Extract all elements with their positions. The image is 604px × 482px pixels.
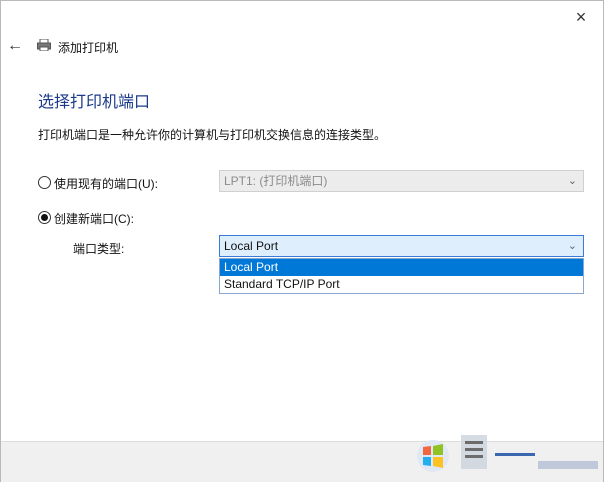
port-type-dropdown-list: Local Port Standard TCP/IP Port <box>219 258 584 294</box>
port-type-label: 端口类型: <box>73 242 125 256</box>
create-new-port-label: 创建新端口(C): <box>54 212 134 226</box>
use-existing-port-label: 使用现有的端口(U): <box>54 177 158 191</box>
back-arrow-icon[interactable]: ← <box>7 37 23 55</box>
windows-logo-watermark <box>417 435 598 472</box>
dropdown-option-standard-tcpip-port[interactable]: Standard TCP/IP Port <box>220 276 583 293</box>
dropdown-option-local-port[interactable]: Local Port <box>220 259 583 276</box>
existing-port-select: LPT1: (打印机端口) ⌄ <box>219 170 584 192</box>
port-type-value: Local Port <box>224 239 279 253</box>
port-type-select[interactable]: Local Port ⌄ <box>219 235 584 257</box>
page-description: 打印机端口是一种允许你的计算机与打印机交换信息的连接类型。 <box>38 128 387 142</box>
use-existing-port-radio[interactable] <box>38 176 51 189</box>
chevron-down-icon: ⌄ <box>567 175 577 187</box>
create-new-port-radio[interactable] <box>38 211 51 224</box>
existing-port-value: LPT1: (打印机端口) <box>224 174 328 188</box>
page-title: 选择打印机端口 <box>38 94 151 111</box>
add-printer-dialog: × ← 添加打印机 选择打印机端口 打印机端口是一种允许你的计算机与打印机交换信… <box>0 0 604 482</box>
printer-icon <box>37 39 51 51</box>
window-title: 添加打印机 <box>58 41 119 55</box>
chevron-down-icon[interactable]: ⌄ <box>568 236 577 256</box>
close-icon[interactable]: × <box>571 7 591 27</box>
